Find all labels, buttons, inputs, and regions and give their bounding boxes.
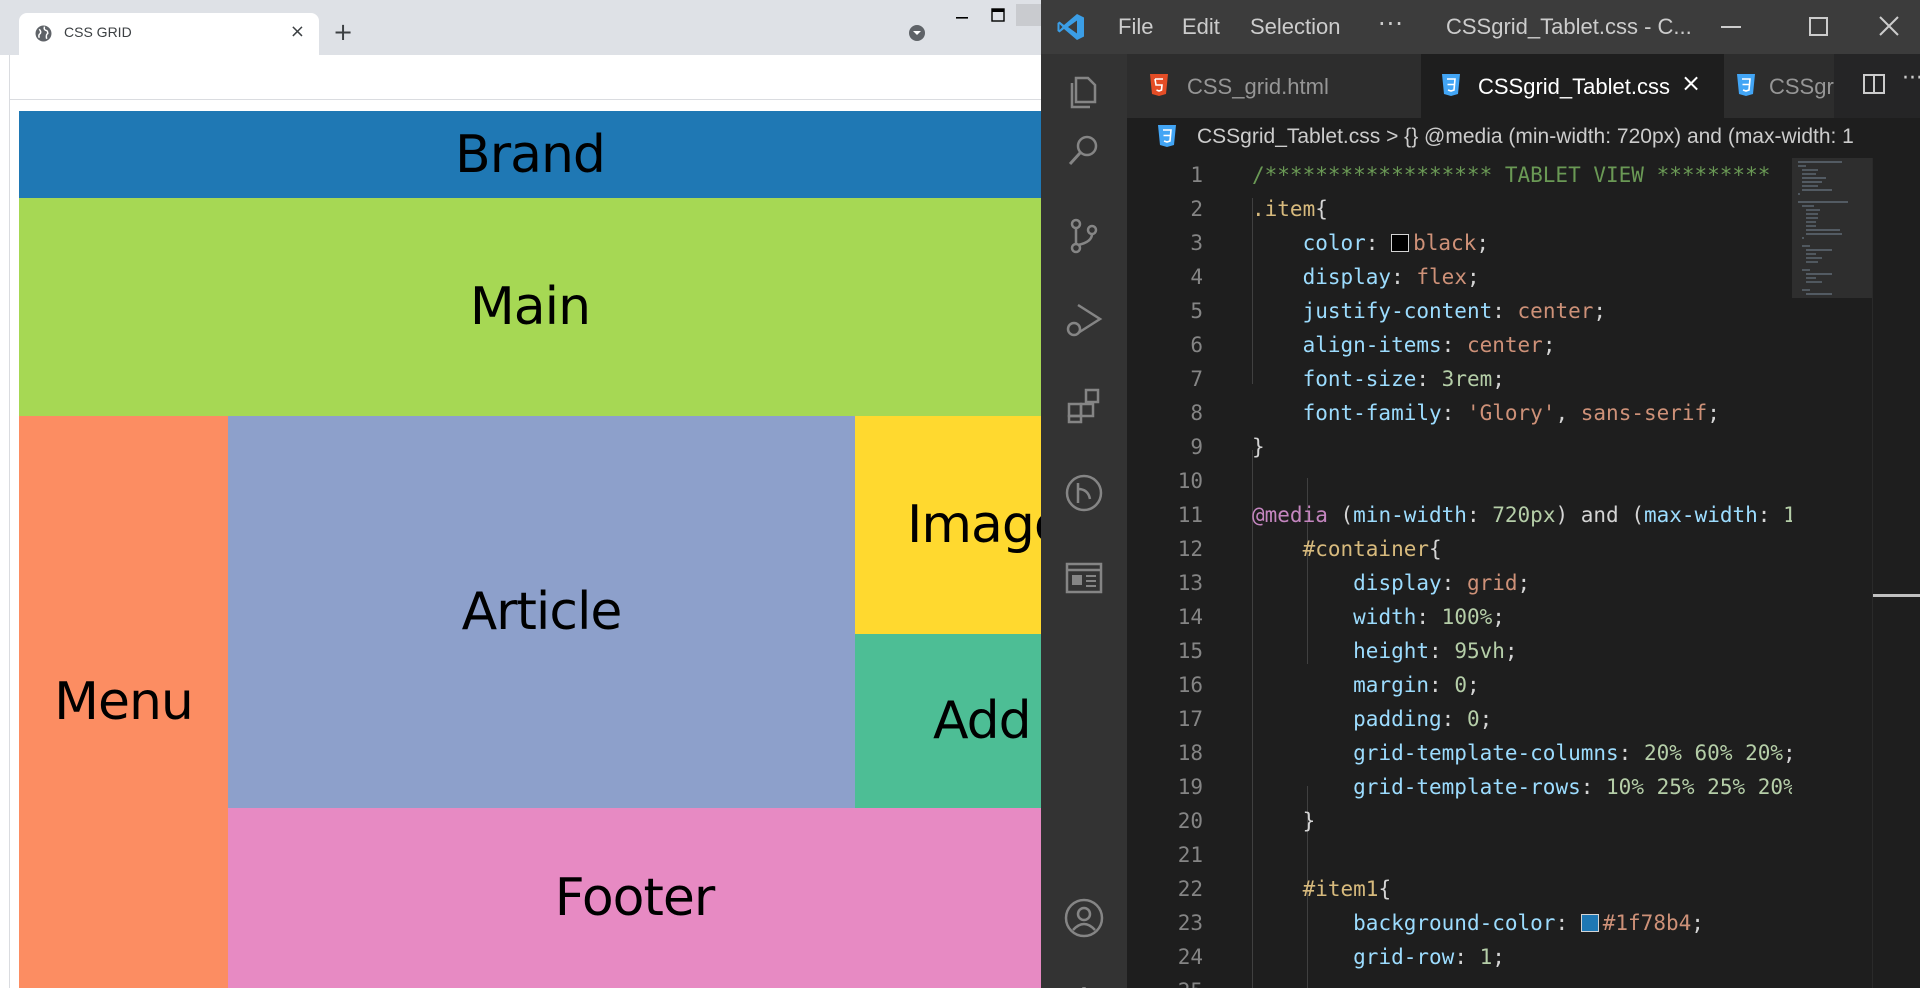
vscode-logo-icon <box>1057 14 1084 40</box>
browser-window: CSS GRID × + Brand Main Menu Article Ima… <box>0 0 1041 988</box>
browser-tab[interactable]: CSS GRID × <box>19 13 319 55</box>
grid-item-menu: Menu <box>19 416 228 988</box>
close-icon[interactable] <box>1859 0 1919 54</box>
color-swatch[interactable] <box>1580 914 1599 932</box>
menu-file[interactable]: File <box>1118 14 1153 40</box>
tab-label: CSS_grid.html <box>1187 74 1329 99</box>
tab-css-grid-html[interactable]: CSS_grid.html <box>1127 54 1421 118</box>
breadcrumb[interactable]: CSSgrid_Tablet.css > {} @media (min-widt… <box>1127 118 1920 158</box>
vertical-scrollbar[interactable] <box>1872 158 1920 988</box>
extensions-icon[interactable] <box>1062 384 1106 428</box>
close-tab-icon[interactable]: × <box>290 22 305 42</box>
source-control-icon[interactable] <box>1062 214 1106 258</box>
tab-label: CSSgrid_Tablet.css <box>1478 74 1670 99</box>
tab-cssgrid-tablet-css[interactable]: CSSgrid_Tablet.css × <box>1421 54 1724 118</box>
run-debug-icon[interactable] <box>1062 297 1106 341</box>
browser-tab-strip: CSS GRID × + <box>0 0 1041 55</box>
grid-item-article: Article <box>228 416 855 808</box>
tab-label: CSSgri <box>1769 74 1834 99</box>
maximize-icon[interactable] <box>1789 0 1849 54</box>
close-window-button[interactable] <box>1016 4 1041 26</box>
close-tab-icon[interactable]: × <box>1681 70 1701 96</box>
account-icon[interactable] <box>1062 896 1106 940</box>
new-tab-button[interactable]: + <box>333 20 353 44</box>
search-icon[interactable] <box>1062 128 1106 172</box>
git-graph-icon[interactable] <box>1062 471 1106 515</box>
css3-file-icon <box>1158 125 1176 147</box>
browser-tab-title: CSS GRID <box>64 24 132 40</box>
tab-cssgrid-other[interactable]: CSSgri <box>1724 54 1834 118</box>
grid-item-main: Main <box>19 198 1041 416</box>
grid-item-add: Add <box>855 634 1041 808</box>
title-bar: File Edit Selection ··· CSSgrid_Tablet.c… <box>1041 0 1920 54</box>
globe-icon <box>35 25 52 42</box>
html5-file-icon <box>1150 74 1168 96</box>
grid-item-image: Image <box>855 416 1041 634</box>
css3-file-icon <box>1442 74 1460 96</box>
grid-item-footer: Footer <box>228 808 1041 988</box>
minimize-icon[interactable] <box>1701 0 1761 54</box>
minimap[interactable] <box>1792 158 1872 988</box>
browser-preview-icon[interactable] <box>1062 556 1106 600</box>
more-actions-icon[interactable]: ··· <box>1902 66 1920 91</box>
minimize-icon[interactable] <box>955 9 969 21</box>
menu-edit[interactable]: Edit <box>1182 14 1220 40</box>
color-swatch[interactable] <box>1391 234 1410 252</box>
grid-item-brand: Brand <box>19 111 1041 198</box>
minimap-viewport[interactable] <box>1792 158 1872 298</box>
css3-file-icon <box>1737 74 1755 96</box>
vscode-window: File Edit Selection ··· CSSgrid_Tablet.c… <box>1041 0 1920 988</box>
maximize-icon[interactable] <box>991 8 1005 22</box>
tab-search-icon[interactable] <box>908 24 926 42</box>
breadcrumb-path[interactable]: CSSgrid_Tablet.css > {} @media (min-widt… <box>1197 125 1854 149</box>
split-editor-icon[interactable] <box>1862 72 1886 96</box>
scrollbar-thumb[interactable] <box>1873 594 1920 597</box>
menu-more[interactable]: ··· <box>1378 10 1404 38</box>
settings-gear-icon[interactable] <box>1062 982 1106 988</box>
browser-toolbar <box>9 55 1041 100</box>
window-title: CSSgrid_Tablet.css - C... <box>1446 14 1692 39</box>
explorer-icon[interactable] <box>1062 70 1106 114</box>
menu-selection[interactable]: Selection <box>1250 14 1341 40</box>
css-grid-page: Brand Main Menu Article Image Add Footer <box>19 111 1041 988</box>
activity-bar <box>1041 54 1127 988</box>
editor-tabs: CSS_grid.html CSSgrid_Tablet.css × CSSgr… <box>1127 54 1920 118</box>
browser-border <box>9 55 10 988</box>
